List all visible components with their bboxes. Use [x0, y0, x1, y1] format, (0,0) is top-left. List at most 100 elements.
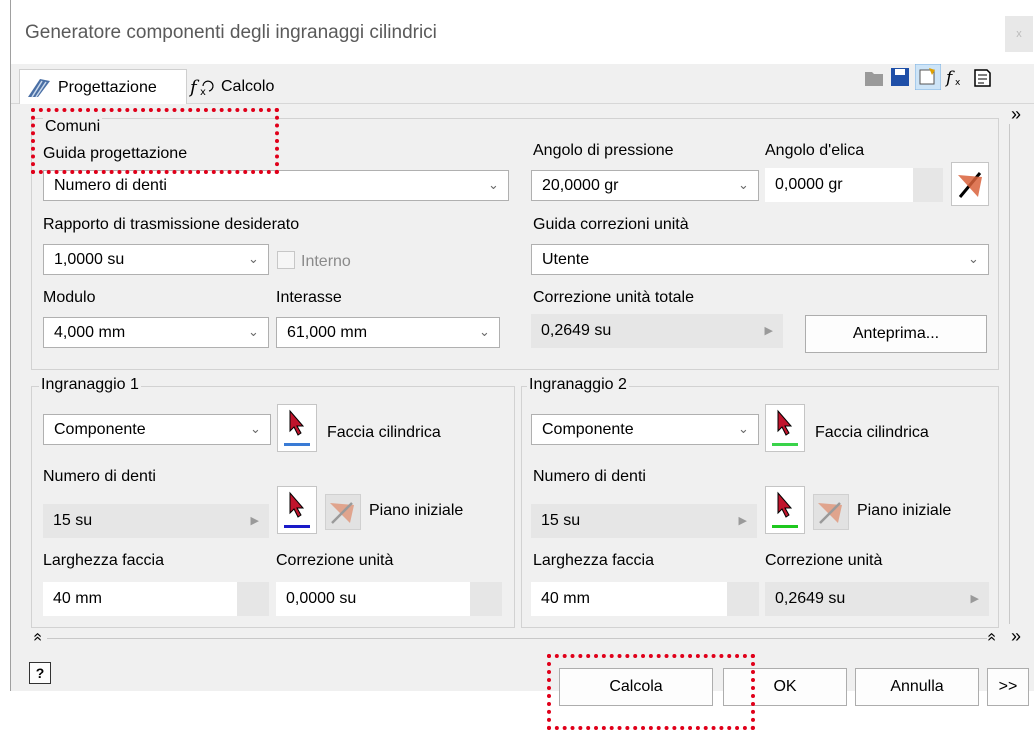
- gear2-width-value: 40 mm: [541, 590, 590, 607]
- unit-corr-guide-label: Guida correzioni unità: [533, 216, 689, 233]
- select-arrow-icon: [284, 409, 310, 446]
- collapse-right-icon[interactable]: «: [982, 633, 1000, 642]
- ratio-value: 1,0000 su: [54, 250, 125, 268]
- gear2-width-label: Larghezza faccia: [533, 552, 654, 569]
- gear2-start-plane-button[interactable]: [765, 486, 805, 534]
- internal-checkbox[interactable]: [277, 251, 295, 269]
- pressure-angle-select[interactable]: 20,0000 gr ⌄: [531, 170, 759, 201]
- gear1-width-label: Larghezza faccia: [43, 552, 164, 569]
- highlight-calculate: [547, 654, 755, 730]
- gear1-type-value: Componente: [54, 420, 146, 438]
- expand-bottom-icon[interactable]: »: [1011, 626, 1021, 647]
- collapse-icon[interactable]: «: [28, 633, 46, 642]
- flip-direction-icon: [818, 502, 842, 524]
- helix-angle-value: 0,0000 gr: [775, 176, 843, 193]
- gear1-cyl-face-button[interactable]: [277, 404, 317, 452]
- design-guide-select[interactable]: Numero di denti ⌄: [43, 170, 509, 201]
- gear1-teeth-field[interactable]: 15 su ▶: [43, 504, 269, 538]
- chevron-down-icon: ⌄: [479, 324, 490, 339]
- chevron-down-icon: ⌄: [248, 251, 259, 266]
- gear1-cyl-face-label: Faccia cilindrica: [327, 424, 441, 441]
- flip-direction-icon: [330, 502, 354, 524]
- chevron-down-icon: ⌄: [968, 251, 979, 266]
- ratio-label: Rapporto di trasmissione desiderato: [43, 216, 300, 233]
- tab-label: Calcolo: [221, 78, 275, 95]
- gear2-cyl-face-label: Faccia cilindrica: [815, 424, 929, 441]
- helix-direction-icon: [958, 172, 982, 198]
- highlight-design-guide: [31, 108, 279, 174]
- gear1-teeth-label: Numero di denti: [43, 468, 156, 485]
- gear1-start-plane-label: Piano iniziale: [369, 502, 464, 519]
- more-button[interactable]: >>: [987, 668, 1029, 706]
- total-corr-field[interactable]: 0,2649 su ▶: [531, 314, 783, 348]
- unit-corr-guide-select[interactable]: Utente ⌄: [531, 244, 989, 275]
- gear1-width-input[interactable]: 40 mm: [43, 582, 239, 616]
- arrow-right-icon: ▶: [738, 515, 747, 527]
- tab-progettazione[interactable]: Progettazione: [19, 69, 187, 105]
- tab-label: Progettazione: [58, 78, 157, 96]
- svg-text:f: f: [189, 77, 200, 98]
- gear2-start-plane-label: Piano iniziale: [857, 502, 952, 519]
- select-arrow-icon: [772, 491, 798, 528]
- gear1-corr-spacer: [470, 582, 502, 616]
- report-icon[interactable]: [971, 66, 993, 88]
- ratio-select[interactable]: 1,0000 su ⌄: [43, 244, 269, 275]
- options-icon[interactable]: [915, 64, 941, 90]
- chevron-down-icon: ⌄: [488, 177, 499, 192]
- gear2-teeth-value: 15 su: [541, 512, 581, 529]
- window-title: Generatore componenti degli ingranaggi c…: [25, 22, 437, 43]
- tab-calcolo[interactable]: f x Calcolo: [183, 69, 283, 105]
- function-icon: f x: [189, 77, 214, 98]
- cancel-button[interactable]: Annulla: [855, 668, 979, 706]
- gear1-corr-input[interactable]: 0,0000 su: [276, 582, 472, 616]
- gear2-group-label: Ingranaggio 2: [527, 376, 629, 394]
- close-button[interactable]: x: [1005, 16, 1033, 52]
- svg-text:f: f: [945, 68, 955, 88]
- module-value: 4,000 mm: [54, 323, 126, 341]
- open-folder-icon[interactable]: [863, 66, 885, 88]
- center-distance-select[interactable]: 61,000 mm ⌄: [276, 317, 500, 348]
- gear1-width-spacer: [237, 582, 269, 616]
- chevron-down-icon: ⌄: [248, 324, 259, 339]
- svg-text:x: x: [955, 78, 961, 88]
- save-icon[interactable]: [889, 66, 911, 88]
- center-distance-label: Interasse: [276, 289, 342, 306]
- gear1-corr-label: Correzione unità: [276, 552, 394, 569]
- gear1-teeth-value: 15 su: [53, 512, 93, 529]
- gear2-corr-value: 0,2649 su: [775, 590, 846, 607]
- helix-input-spacer: [913, 168, 943, 202]
- internal-label: Interno: [301, 253, 351, 270]
- helix-direction-button[interactable]: [951, 162, 989, 206]
- gear2-cyl-face-button[interactable]: [765, 404, 805, 452]
- svg-text:x: x: [200, 87, 206, 98]
- select-arrow-icon: [772, 409, 798, 446]
- gear2-teeth-field[interactable]: 15 su ▶: [531, 504, 757, 538]
- gear2-type-value: Componente: [542, 420, 634, 438]
- side-divider: [1009, 124, 1010, 624]
- module-select[interactable]: 4,000 mm ⌄: [43, 317, 269, 348]
- gear2-flip-button[interactable]: [813, 494, 849, 530]
- calc-function-icon[interactable]: f x: [945, 66, 967, 88]
- center-distance-value: 61,000 mm: [287, 323, 368, 341]
- arrow-right-icon: ▶: [250, 515, 259, 527]
- gear1-flip-button[interactable]: [325, 494, 361, 530]
- pressure-angle-label: Angolo di pressione: [533, 142, 674, 159]
- expand-top-icon[interactable]: »: [1011, 104, 1021, 125]
- gear2-width-input[interactable]: 40 mm: [531, 582, 727, 616]
- pressure-angle-value: 20,0000 gr: [542, 176, 619, 194]
- gear1-type-select[interactable]: Componente ⌄: [43, 414, 271, 445]
- help-button[interactable]: ?: [29, 662, 51, 684]
- chevron-down-icon: ⌄: [738, 421, 749, 436]
- arrow-right-icon: ▶: [764, 325, 773, 337]
- gear1-start-plane-button[interactable]: [277, 486, 317, 534]
- unit-corr-guide-value: Utente: [542, 250, 590, 268]
- gear1-corr-value: 0,0000 su: [286, 590, 357, 607]
- dialog-window: Generatore componenti degli ingranaggi c…: [10, 0, 1034, 730]
- gear2-corr-label: Correzione unità: [765, 552, 883, 569]
- module-label: Modulo: [43, 289, 96, 306]
- preview-button[interactable]: Anteprima...: [805, 315, 987, 353]
- bottom-divider: [47, 638, 987, 639]
- gear1-width-value: 40 mm: [53, 590, 102, 607]
- gear2-corr-field[interactable]: 0,2649 su ▶: [765, 582, 989, 616]
- gear2-type-select[interactable]: Componente ⌄: [531, 414, 759, 445]
